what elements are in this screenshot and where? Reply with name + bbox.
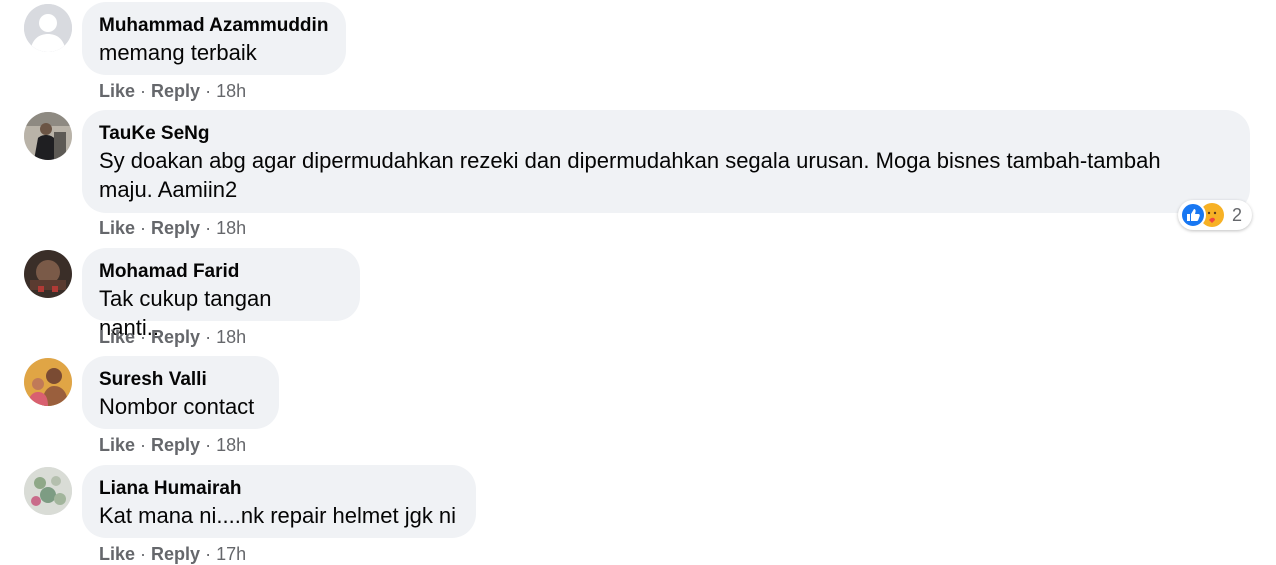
- separator: ·: [205, 218, 212, 238]
- profile-photo-icon: [24, 358, 72, 406]
- comment-author[interactable]: Mohamad Farid: [99, 260, 343, 284]
- reaction-count: 2: [1232, 204, 1243, 225]
- separator: ·: [140, 435, 147, 455]
- separator: ·: [140, 327, 147, 347]
- like-button[interactable]: Like: [99, 81, 135, 101]
- comment-author[interactable]: Liana Humairah: [99, 477, 459, 501]
- comment-bubble: TauKe SeNg Sy doakan abg agar dipermudah…: [82, 110, 1250, 213]
- avatar[interactable]: [24, 358, 72, 406]
- like-reaction-icon: [1180, 202, 1206, 228]
- comment-text: Sy doakan abg agar dipermudahkan rezeki …: [99, 148, 1161, 173]
- timestamp[interactable]: 17h: [216, 544, 246, 564]
- comment-actions: Like · Reply · 18h: [99, 326, 246, 348]
- separator: ·: [205, 327, 212, 347]
- like-button[interactable]: Like: [99, 544, 135, 564]
- separator: ·: [140, 218, 147, 238]
- default-avatar-icon: [24, 4, 72, 52]
- like-button[interactable]: Like: [99, 327, 135, 347]
- timestamp[interactable]: 18h: [216, 435, 246, 455]
- profile-photo-icon: [24, 250, 72, 298]
- comment-text: memang terbaik: [99, 40, 257, 65]
- avatar[interactable]: [24, 467, 72, 515]
- timestamp[interactable]: 18h: [216, 81, 246, 101]
- comment-bubble: Muhammad Azammuddin memang terbaik: [82, 2, 346, 75]
- comment-author[interactable]: Suresh Valli: [99, 368, 262, 392]
- comment-actions: Like · Reply · 18h: [99, 434, 246, 456]
- separator: ·: [205, 435, 212, 455]
- reply-button[interactable]: Reply: [151, 327, 200, 347]
- comment-actions: Like · Reply · 18h: [99, 80, 246, 102]
- comment-bubble: Mohamad Farid Tak cukup tangan nanti...: [82, 248, 360, 340]
- timestamp[interactable]: 18h: [216, 327, 246, 347]
- reply-button[interactable]: Reply: [151, 218, 200, 238]
- profile-photo-icon: [24, 467, 72, 515]
- comment-author[interactable]: Muhammad Azammuddin: [99, 14, 329, 38]
- separator: ·: [140, 81, 147, 101]
- avatar[interactable]: [24, 4, 72, 52]
- like-button[interactable]: Like: [99, 218, 135, 238]
- avatar[interactable]: [24, 250, 72, 298]
- separator: ·: [205, 544, 212, 564]
- reply-button[interactable]: Reply: [151, 81, 200, 101]
- comment-text: Kat mana ni....nk repair helmet jgk ni: [99, 503, 457, 528]
- comment-text: Nombor contact: [99, 394, 255, 419]
- comment-actions: Like · Reply · 18h: [99, 217, 246, 239]
- timestamp[interactable]: 18h: [216, 218, 246, 238]
- reply-button[interactable]: Reply: [151, 544, 200, 564]
- reply-button[interactable]: Reply: [151, 435, 200, 455]
- reaction-summary[interactable]: 2: [1178, 200, 1253, 230]
- comment-bubble: Liana Humairah Kat mana ni....nk repair …: [82, 465, 476, 538]
- avatar[interactable]: [24, 112, 72, 160]
- comment-text: maju. Aamiin2: [99, 177, 238, 202]
- profile-photo-icon: [24, 112, 72, 160]
- separator: ·: [205, 81, 212, 101]
- comment-actions: Like · Reply · 17h: [99, 543, 246, 565]
- comment-bubble: Suresh Valli Nombor contact: [82, 356, 279, 429]
- like-button[interactable]: Like: [99, 435, 135, 455]
- comment-author[interactable]: TauKe SeNg: [99, 122, 1233, 146]
- separator: ·: [140, 544, 147, 564]
